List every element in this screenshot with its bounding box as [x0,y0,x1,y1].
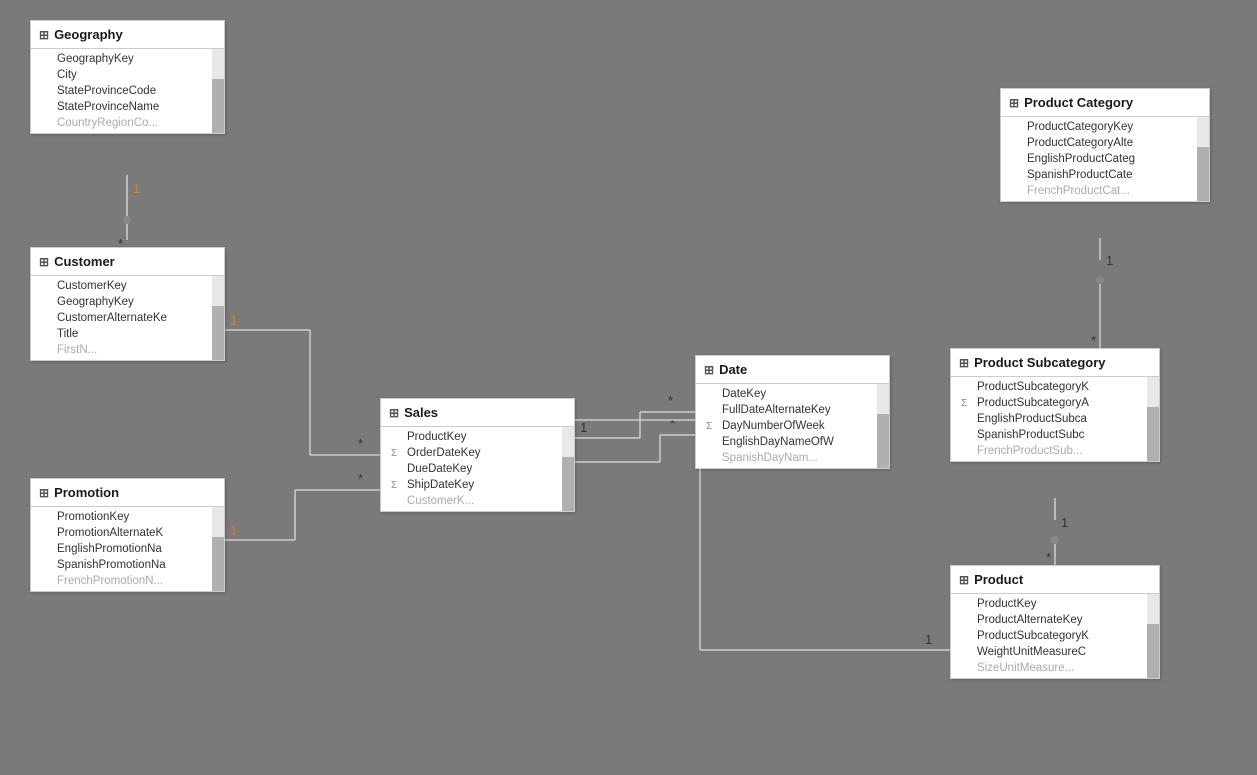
svg-text:*: * [668,393,673,408]
product-table: ⊞ Product ProductKey ProductAlternateKey… [950,565,1160,679]
table-row: GeographyKey [31,51,224,67]
table-row: ProductAlternateKey [951,612,1159,628]
table-row: City [31,67,224,83]
table-icon: ⊞ [704,363,714,377]
promotion-table: ⊞ Promotion PromotionKey PromotionAltern… [30,478,225,592]
product-category-table: ⊞ Product Category ProductCategoryKey Pr… [1000,88,1210,202]
product-subcategory-header: ⊞ Product Subcategory [951,349,1159,377]
promotion-body: PromotionKey PromotionAlternateK English… [31,507,224,591]
table-row: ΣProductSubcategoryA [951,395,1159,411]
table-row: DueDateKey [381,461,574,477]
table-row: CustomerKey [31,278,224,294]
svg-text:*: * [358,436,363,451]
sales-title: Sales [404,405,438,420]
table-row: GeographyKey [31,294,224,310]
svg-text:1: 1 [1106,253,1113,268]
product-category-header: ⊞ Product Category [1001,89,1209,117]
geography-title: Geography [54,27,123,42]
date-table: ⊞ Date DateKey FullDateAlternateKey ΣDay… [695,355,890,469]
svg-text:*: * [1091,333,1096,348]
svg-text:1: 1 [1061,515,1068,530]
svg-text:1: 1 [580,420,587,435]
table-row: WeightUnitMeasureC [951,644,1159,660]
promotion-title: Promotion [54,485,119,500]
table-row: SpanishProductCate [1001,167,1209,183]
table-row: DateKey [696,386,889,402]
table-icon: ⊞ [39,486,49,500]
geography-header: ⊞ Geography [31,21,224,49]
table-row: CustomerAlternateKe [31,310,224,326]
table-row: ProductKey [951,596,1159,612]
customer-body: CustomerKey GeographyKey CustomerAlterna… [31,276,224,360]
customer-title: Customer [54,254,115,269]
product-title: Product [974,572,1023,587]
table-row: EnglishDayNameOfW [696,434,889,450]
promotion-header: ⊞ Promotion [31,479,224,507]
table-row: EnglishPromotionNa [31,541,224,557]
table-row: ProductSubcategoryK [951,379,1159,395]
geography-table: ⊞ Geography GeographyKey City StateProvi… [30,20,225,134]
date-header: ⊞ Date [696,356,889,384]
table-row: ProductCategoryKey [1001,119,1209,135]
table-row: SpanishProductSubc [951,427,1159,443]
table-row: ΣDayNumberOfWeek [696,418,889,434]
table-row: SpanishDayNam... [696,450,889,466]
table-row: FirstN... [31,342,224,358]
table-row: ΣShipDateKey [381,477,574,493]
svg-text:1: 1 [925,632,932,647]
table-row: SpanishPromotionNa [31,557,224,573]
table-icon: ⊞ [389,406,399,420]
product-subcategory-title: Product Subcategory [974,355,1105,370]
geography-body: GeographyKey City StateProvinceCode Stat… [31,49,224,133]
svg-text:1: 1 [230,523,237,538]
table-row: StateProvinceName [31,99,224,115]
customer-header: ⊞ Customer [31,248,224,276]
table-row: FrenchProductSub... [951,443,1159,459]
table-icon: ⊞ [39,255,49,269]
table-row: StateProvinceCode [31,83,224,99]
table-row: FrenchProductCat... [1001,183,1209,199]
table-row: EnglishProductCateg [1001,151,1209,167]
date-body: DateKey FullDateAlternateKey ΣDayNumberO… [696,384,889,468]
table-icon: ⊞ [39,28,49,42]
table-icon: ⊞ [959,356,969,370]
table-row: CountryRegionCo... [31,115,224,131]
product-subcategory-body: ProductSubcategoryK ΣProductSubcategoryA… [951,377,1159,461]
table-row: PromotionKey [31,509,224,525]
table-row: SizeUnitMeasure... [951,660,1159,676]
date-title: Date [719,362,747,377]
customer-table: ⊞ Customer CustomerKey GeographyKey Cust… [30,247,225,361]
table-row: CustomerK... [381,493,574,509]
table-row: FrenchPromotionN... [31,573,224,589]
svg-text:1: 1 [133,181,140,196]
product-header: ⊞ Product [951,566,1159,594]
table-row: PromotionAlternateK [31,525,224,541]
product-category-body: ProductCategoryKey ProductCategoryAlte E… [1001,117,1209,201]
table-row: FullDateAlternateKey [696,402,889,418]
table-icon: ⊞ [1009,96,1019,110]
product-body: ProductKey ProductAlternateKey ProductSu… [951,594,1159,678]
svg-text:*: * [1046,550,1051,565]
table-row: Title [31,326,224,342]
sales-body: ProductKey ΣOrderDateKey DueDateKey ΣShi… [381,427,574,511]
sales-table: ⊞ Sales ProductKey ΣOrderDateKey DueDate… [380,398,575,512]
table-row: ProductCategoryAlte [1001,135,1209,151]
product-subcategory-table: ⊞ Product Subcategory ProductSubcategory… [950,348,1160,462]
product-category-title: Product Category [1024,95,1133,110]
table-row: ProductKey [381,429,574,445]
svg-text:*: * [670,416,675,431]
table-row: EnglishProductSubca [951,411,1159,427]
sales-header: ⊞ Sales [381,399,574,427]
table-row: ΣOrderDateKey [381,445,574,461]
svg-text:1: 1 [230,313,237,328]
table-icon: ⊞ [959,573,969,587]
table-row: ProductSubcategoryK [951,628,1159,644]
svg-text:*: * [358,471,363,486]
